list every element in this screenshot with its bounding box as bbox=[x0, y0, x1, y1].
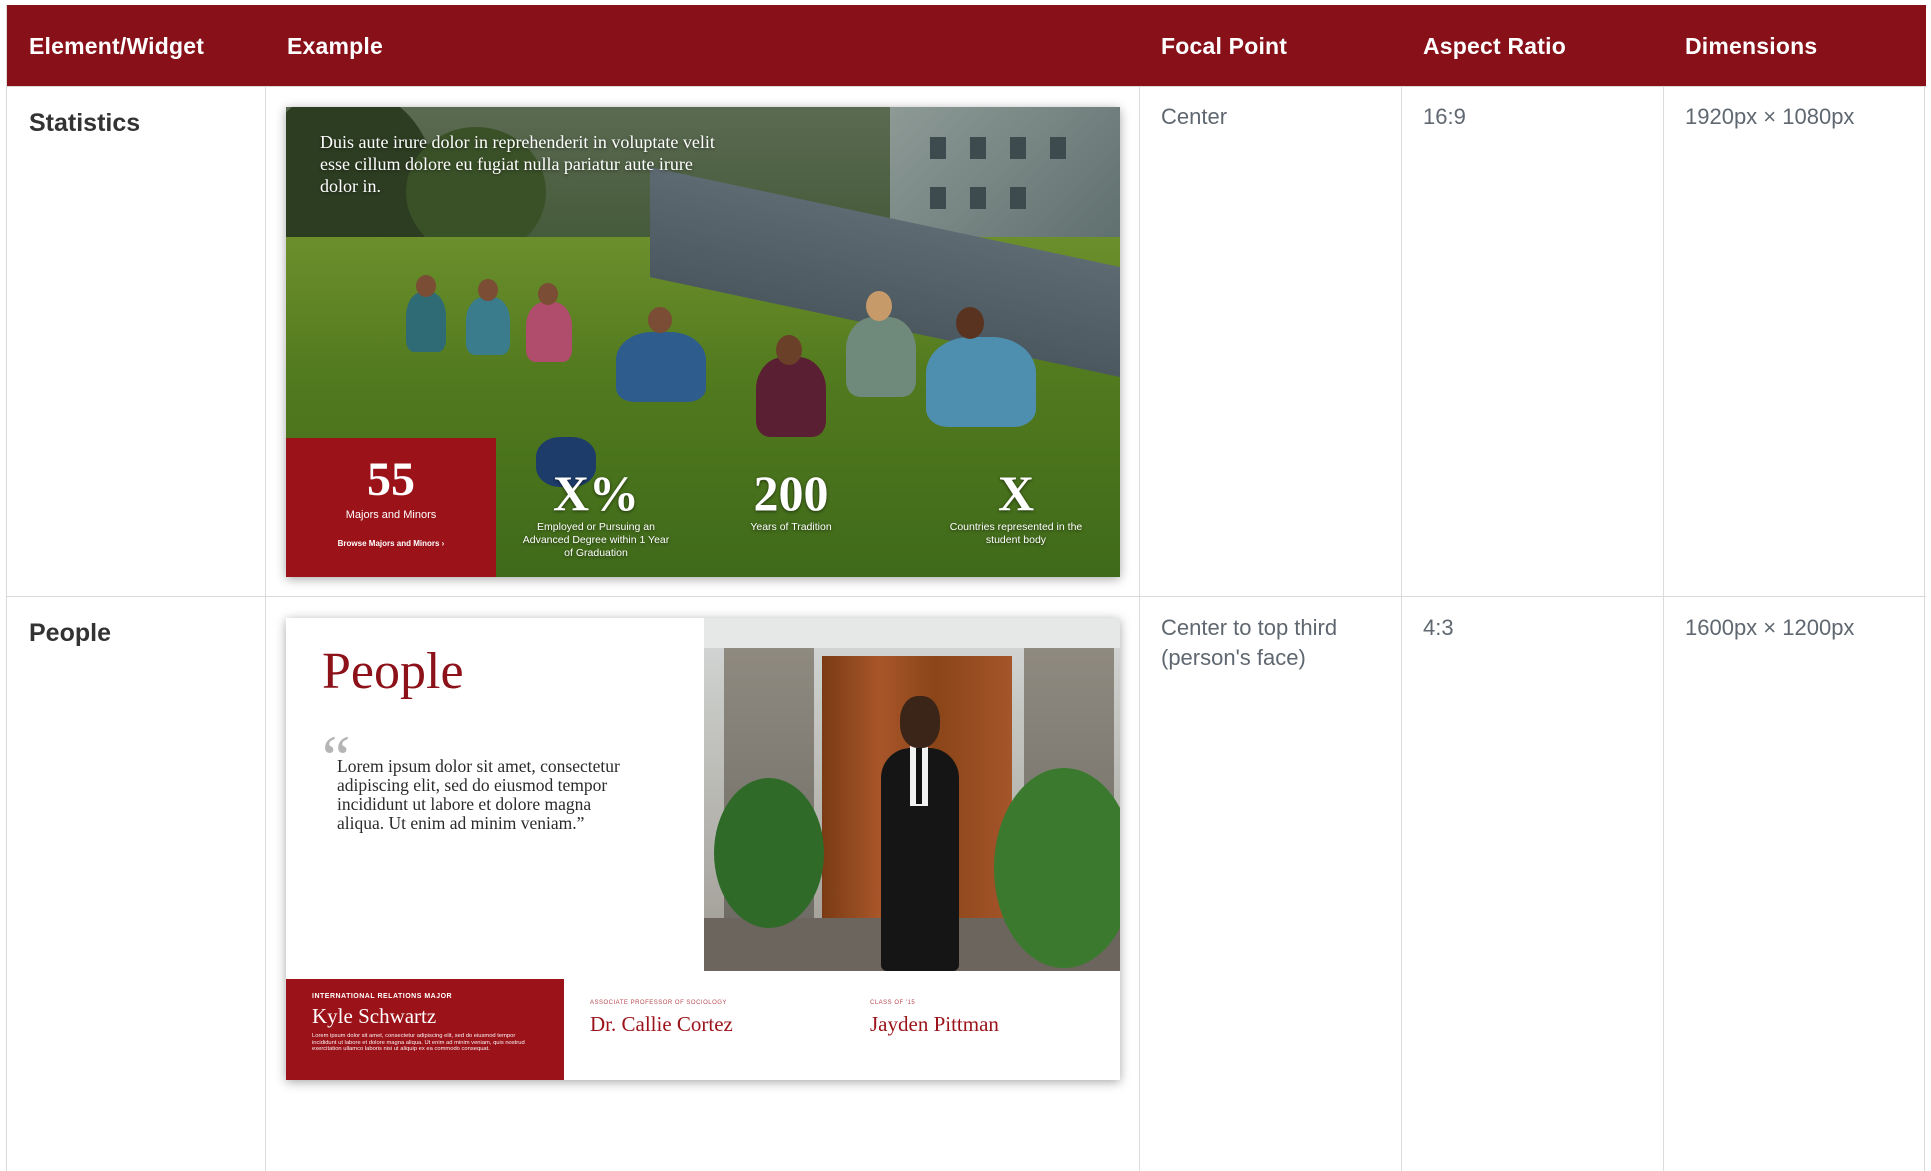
header-dimensions: Dimensions bbox=[1685, 33, 1818, 59]
student-figure bbox=[926, 337, 1036, 427]
person-name: Dr. Callie Cortez bbox=[590, 1012, 733, 1036]
featured-person-name: Kyle Schwartz bbox=[312, 1004, 437, 1028]
person-card[interactable]: CLASS OF '15 Jayden Pittman bbox=[870, 1000, 999, 1037]
stat-label: Employed or Pursuing an Advanced Degree … bbox=[522, 521, 670, 559]
person-name: Jayden Pittman bbox=[870, 1012, 999, 1036]
row-label-statistics: Statistics bbox=[29, 109, 141, 137]
stat-label: Years of Tradition bbox=[750, 521, 832, 533]
statistics-caption: Duis aute irure dolor in reprehenderit i… bbox=[320, 132, 715, 196]
student-figure bbox=[756, 357, 826, 437]
header-example: Example bbox=[287, 33, 384, 59]
aspect-ratio-people: 4:3 bbox=[1423, 615, 1454, 640]
person-kicker: CLASS OF '15 bbox=[870, 1000, 916, 1006]
browse-majors-link[interactable]: Browse Majors and Minors › bbox=[286, 539, 496, 548]
image-guidelines-table: Element/Widget Example Focal Point Aspec… bbox=[6, 5, 1926, 1171]
header-aspect-ratio: Aspect Ratio bbox=[1423, 33, 1566, 59]
dimensions-statistics: 1920px × 1080px bbox=[1685, 104, 1855, 129]
student-figure bbox=[526, 302, 572, 362]
featured-person-kicker: INTERNATIONAL RELATIONS MAJOR bbox=[312, 993, 453, 1000]
statistics-example-image: Duis aute irure dolor in reprehenderit i… bbox=[286, 107, 1120, 577]
stat-label: Countries represented in the student bod… bbox=[949, 521, 1083, 546]
student-figure bbox=[466, 297, 510, 355]
featured-stat-number: 55 bbox=[367, 453, 415, 506]
student-figure bbox=[846, 317, 916, 397]
featured-person-blurb: Lorem ipsum dolor sit amet, consectetur … bbox=[312, 1033, 525, 1053]
person-card[interactable]: ASSOCIATE PROFESSOR OF SOCIOLOGY Dr. Cal… bbox=[590, 1000, 733, 1037]
stat-item: 200 Years of Tradition bbox=[716, 465, 866, 534]
focal-point-people: Center to top third (person's face) bbox=[1161, 615, 1338, 670]
table-header: Element/Widget Example Focal Point Aspec… bbox=[7, 5, 1926, 86]
featured-stat-box: 55 Majors and Minors Browse Majors and M… bbox=[286, 438, 496, 577]
people-example-image: People “ Lorem ipsum dolor sit amet, con… bbox=[286, 618, 1120, 1080]
stat-number: X% bbox=[552, 465, 640, 521]
stat-number: X bbox=[997, 465, 1035, 521]
row-label-people: People bbox=[29, 619, 111, 647]
stat-item: X Countries represented in the student b… bbox=[946, 465, 1086, 547]
plant-shape bbox=[714, 778, 824, 928]
table-row-people: People People “ Lorem ipsum dolor sit am… bbox=[7, 596, 1926, 1171]
dimensions-people: 1600px × 1200px bbox=[1685, 615, 1855, 640]
stat-item: X% Employed or Pursuing an Advanced Degr… bbox=[521, 465, 671, 560]
featured-stat-label: Majors and Minors bbox=[345, 509, 437, 521]
portrait-photo bbox=[704, 618, 1120, 971]
stat-number: 200 bbox=[753, 465, 829, 521]
student-figure bbox=[406, 292, 446, 352]
student-figure bbox=[616, 332, 706, 402]
header-focal-point: Focal Point bbox=[1161, 33, 1288, 59]
person-kicker: ASSOCIATE PROFESSOR OF SOCIOLOGY bbox=[590, 1000, 727, 1006]
featured-person-card: INTERNATIONAL RELATIONS MAJOR Kyle Schwa… bbox=[286, 979, 564, 1080]
header-element-widget: Element/Widget bbox=[29, 33, 205, 59]
focal-point-statistics: Center bbox=[1161, 104, 1228, 129]
people-title: People bbox=[322, 643, 464, 700]
people-quote: Lorem ipsum dolor sit amet, consectetur … bbox=[337, 756, 620, 833]
aspect-ratio-statistics: 16:9 bbox=[1423, 104, 1466, 129]
table-row-statistics: Statistics Duis aute irure dolor in repr… bbox=[7, 86, 1926, 596]
